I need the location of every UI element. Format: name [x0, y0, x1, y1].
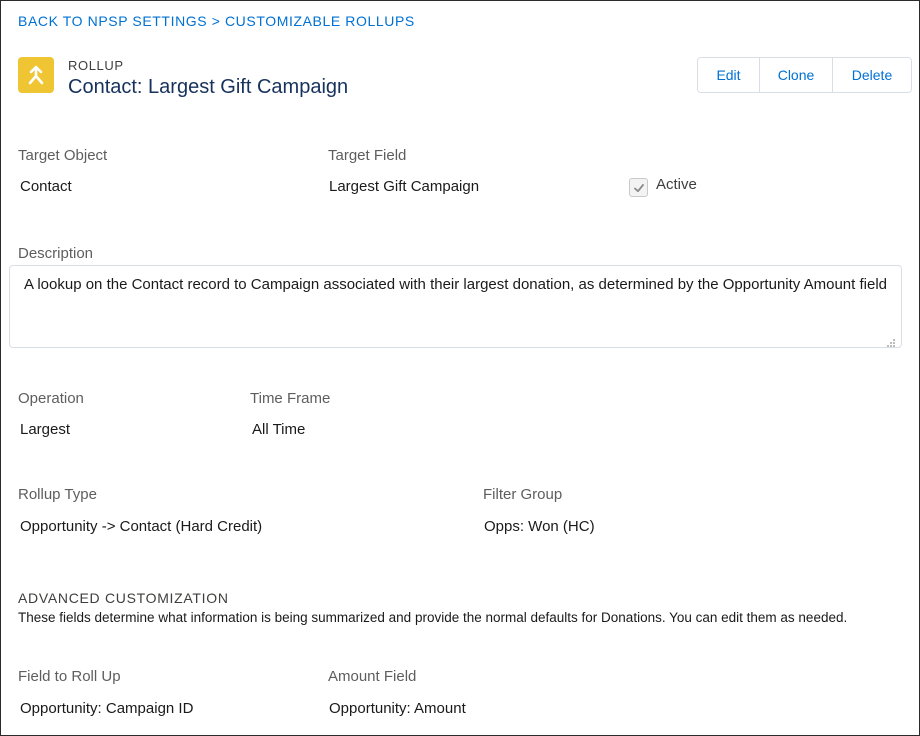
edit-button[interactable]: Edit	[698, 58, 759, 92]
rollup-type-label: Rollup Type	[18, 486, 97, 503]
breadcrumb-link[interactable]: BACK TO NPSP SETTINGS > CUSTOMIZABLE ROL…	[18, 13, 415, 29]
operation-value: Largest	[20, 421, 71, 438]
target-object-value: Contact	[20, 178, 72, 195]
advanced-help-text: These fields determine what information …	[18, 610, 848, 625]
target-field-value: Largest Gift Campaign	[329, 178, 480, 195]
field-to-roll-up-value: Opportunity: Campaign ID	[20, 700, 194, 717]
active-checkbox[interactable]	[629, 178, 648, 197]
filter-group-label: Filter Group	[483, 486, 563, 503]
amount-field-label: Amount Field	[328, 668, 417, 685]
object-type-label: ROLLUP	[68, 58, 124, 73]
checkmark-icon	[633, 183, 644, 192]
time-frame-label: Time Frame	[250, 390, 331, 407]
description-label: Description	[18, 245, 94, 262]
resize-grip-icon[interactable]	[884, 335, 896, 347]
rollup-type-value: Opportunity -> Contact (Hard Credit)	[20, 518, 263, 535]
time-frame-value: All Time	[252, 421, 306, 438]
operation-label: Operation	[18, 390, 84, 407]
active-label: Active	[656, 176, 697, 193]
rollup-detail-page: BACK TO NPSP SETTINGS > CUSTOMIZABLE ROL…	[0, 0, 920, 736]
filter-group-value: Opps: Won (HC)	[484, 518, 595, 535]
rollup-icon	[18, 57, 54, 93]
amount-field-value: Opportunity: Amount	[329, 700, 466, 717]
field-to-roll-up-label: Field to Roll Up	[18, 668, 121, 685]
action-button-group: Edit Clone Delete	[697, 57, 912, 93]
clone-button[interactable]: Clone	[759, 58, 832, 92]
target-object-label: Target Object	[18, 147, 108, 164]
description-textarea[interactable]: A lookup on the Contact record to Campai…	[9, 265, 902, 348]
page-title: Contact: Largest Gift Campaign	[68, 76, 349, 98]
delete-button[interactable]: Delete	[832, 58, 911, 92]
target-field-label: Target Field	[328, 147, 407, 164]
advanced-customization-heading: ADVANCED CUSTOMIZATION	[18, 590, 229, 606]
